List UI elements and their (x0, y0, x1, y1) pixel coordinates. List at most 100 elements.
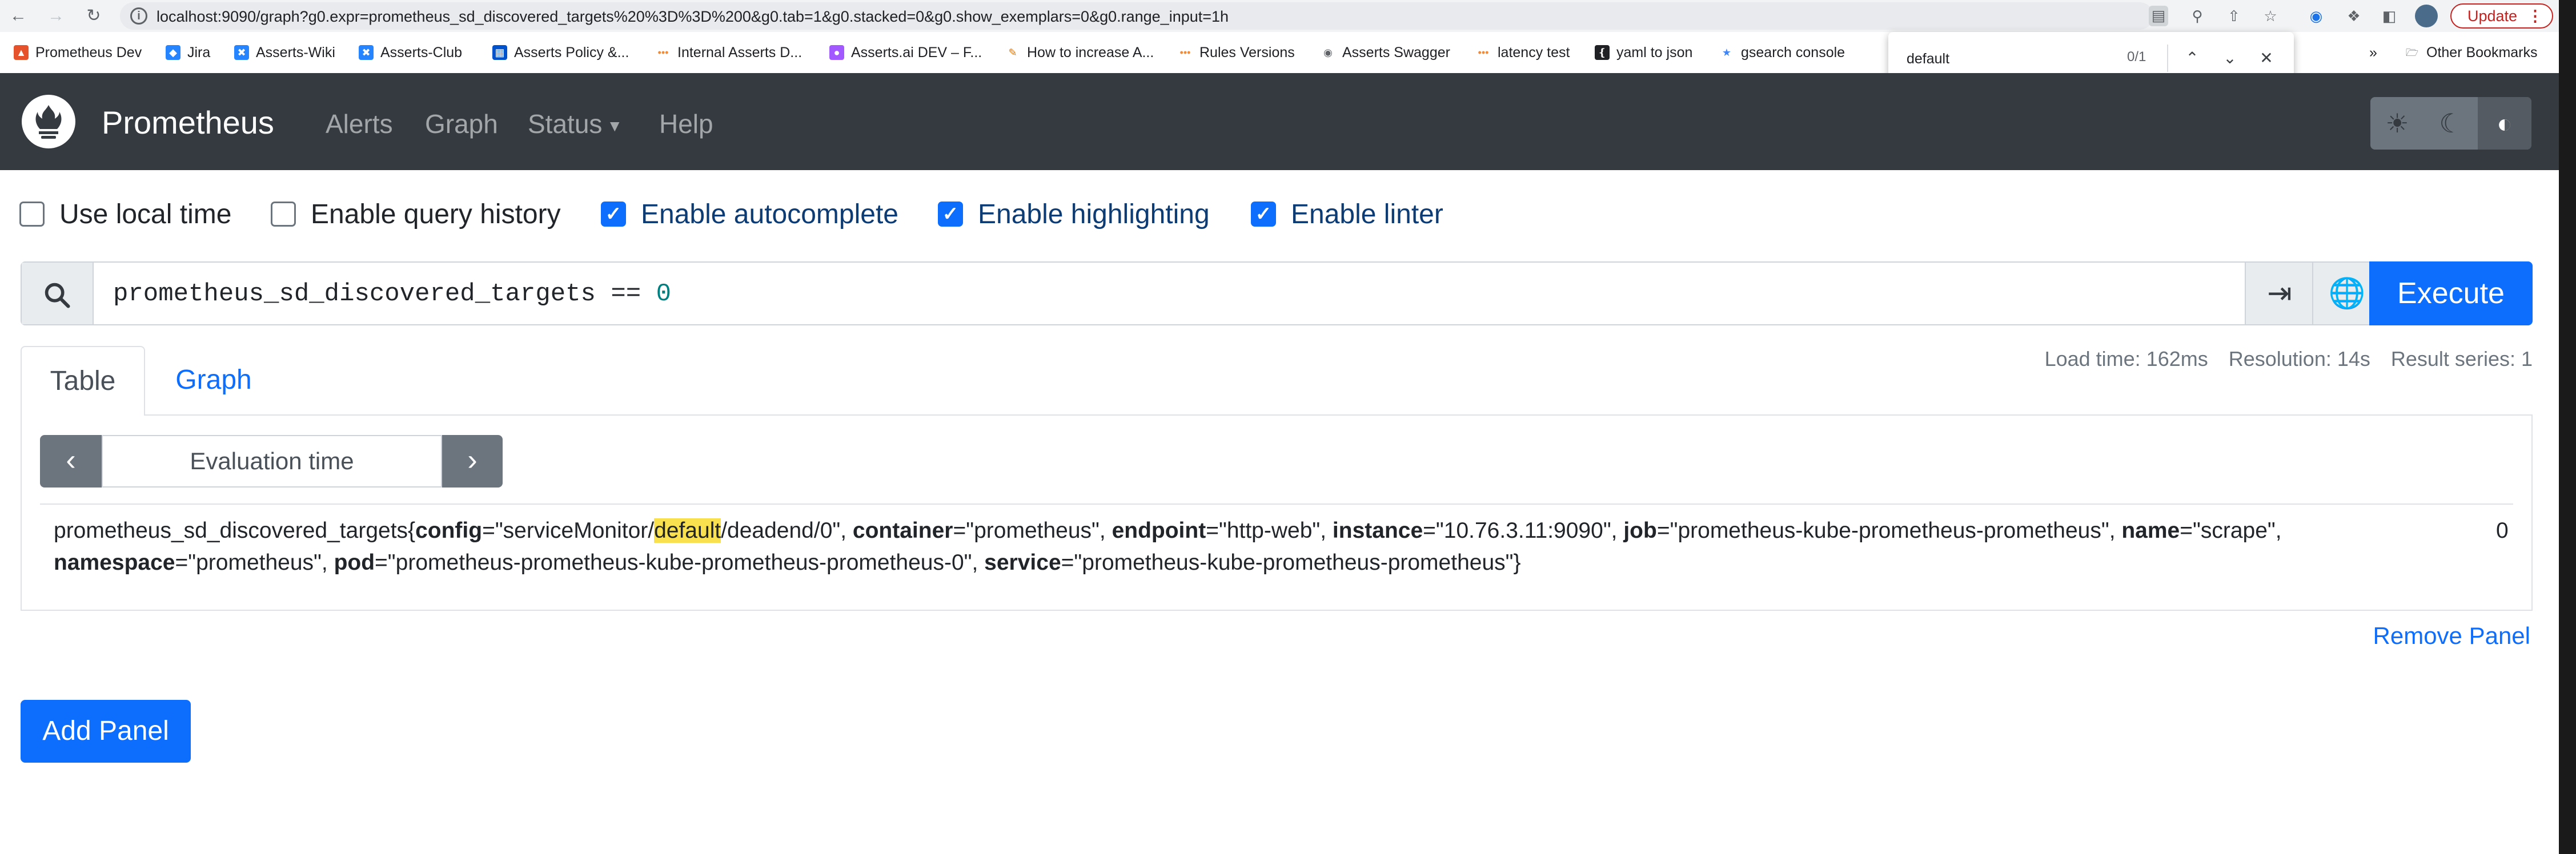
eval-time-next-icon[interactable]: › (442, 435, 503, 488)
dots-icon: ••• (657, 47, 669, 58)
bookmark-item[interactable]: ◆ Jira (166, 42, 210, 63)
checkbox-use-local-time[interactable] (19, 202, 45, 227)
bookmark-item[interactable]: ••• Internal Asserts D... (656, 42, 803, 63)
bookmark-label: Jira (187, 44, 211, 61)
address-bar[interactable]: i localhost:9090/graph?g0.expr=prometheu… (120, 2, 2168, 30)
option-enable-query-history[interactable]: Enable query history (271, 197, 561, 231)
page-action-icon[interactable]: ▤ (2149, 6, 2168, 26)
expression-number: 0 (656, 280, 671, 308)
bookmark-item[interactable]: ★ gsearch console (1719, 42, 1845, 63)
option-enable-linter[interactable]: ✓ Enable linter (1251, 197, 1443, 231)
label-value: ="prometheus-kube-prometheus-prometheus" (1061, 550, 1514, 575)
option-use-local-time[interactable]: Use local time (19, 197, 231, 231)
nav-alerts[interactable]: Alerts (326, 108, 393, 139)
site-info-icon[interactable]: i (130, 7, 147, 25)
eval-time-prev-icon[interactable]: ‹ (40, 435, 102, 488)
expression-input-group: prometheus_sd_discovered_targets == 0 ⇥ … (21, 261, 2533, 325)
label-separator: , (840, 518, 853, 543)
bookmark-item[interactable]: ● Asserts.ai DEV – F... (829, 42, 982, 63)
folder-icon: 🗁 (2405, 47, 2419, 58)
update-button[interactable]: Update ⋮ (2450, 3, 2553, 29)
bookmark-item[interactable]: ❴ yaml to json (1595, 42, 1692, 63)
bookmarks-overflow-icon[interactable]: » (2369, 42, 2377, 63)
bookmark-item[interactable]: ✖ Asserts-Club (359, 42, 462, 63)
browser-toolbar: ← → ↻ i localhost:9090/graph?g0.expr=pro… (0, 0, 2559, 32)
side-panel-icon[interactable]: ◧ (2380, 6, 2399, 26)
figma-icon: ● (829, 45, 844, 60)
caret-down-icon: ▼ (607, 116, 623, 135)
label-separator: , (321, 550, 334, 575)
find-close-icon[interactable]: ✕ (2254, 46, 2279, 71)
option-enable-highlighting[interactable]: ✓ Enable highlighting (938, 197, 1210, 231)
checkbox-linter[interactable]: ✓ (1251, 202, 1276, 227)
label-value: ="prometheus-prometheus-kube-prometheus-… (375, 550, 972, 575)
auto-theme-contrast-icon[interactable]: ◐ (2478, 97, 2531, 150)
tab-table[interactable]: Table (21, 346, 145, 416)
reload-icon[interactable]: ↻ (82, 5, 105, 27)
theme-toggle-group: ☀ ☾ ◐ (2370, 97, 2531, 150)
label-value: ="scrape" (2180, 518, 2276, 543)
checkbox-highlighting[interactable]: ✓ (938, 202, 963, 227)
label-separator: , (972, 550, 985, 575)
nav-graph[interactable]: Graph (425, 108, 498, 139)
zoom-icon[interactable]: ⚲ (2188, 6, 2207, 26)
series-metric-name: prometheus_sd_discovered_targets{ (54, 518, 416, 543)
format-expression-icon[interactable]: ⇥ (2245, 263, 2313, 324)
find-input[interactable] (1905, 47, 2125, 71)
extension-icon[interactable]: ◉ (2306, 6, 2326, 26)
nav-help[interactable]: Help (659, 108, 713, 139)
puzzle-icon[interactable]: ❖ (2344, 6, 2364, 26)
brand-title[interactable]: Prometheus (102, 104, 274, 141)
find-next-icon[interactable]: ⌄ (2217, 46, 2242, 71)
checkbox-query-history[interactable] (271, 202, 296, 227)
label-value: ="http-web" (1206, 518, 1321, 543)
label-separator: , (2275, 518, 2282, 543)
option-enable-autocomplete[interactable]: ✓ Enable autocomplete (601, 197, 898, 231)
execute-button[interactable]: Execute (2369, 261, 2533, 325)
label-key: instance (1332, 518, 1423, 543)
option-label: Enable autocomplete (641, 199, 898, 229)
bookmark-label: Prometheus Dev (35, 44, 142, 61)
bookmark-label: Asserts Swagger (1342, 44, 1450, 61)
expression-input[interactable]: prometheus_sd_discovered_targets == 0 (113, 280, 671, 308)
bookmark-item[interactable]: ▦ Asserts Policy &... (492, 42, 629, 63)
load-time: Load time: 162ms (2044, 347, 2208, 370)
evaluation-time-input[interactable]: Evaluation time (102, 435, 442, 488)
bookmark-label: latency test (1498, 44, 1570, 61)
gsearch-icon: ★ (1722, 47, 1732, 58)
find-highlight: default (654, 518, 721, 543)
label-value: ="prometheus" (175, 550, 322, 575)
tab-graph[interactable]: Graph (145, 346, 282, 416)
label-key: name (2121, 518, 2180, 543)
profile-avatar[interactable] (2415, 5, 2438, 27)
jira-icon: ◆ (166, 45, 180, 60)
bookmark-item[interactable]: ▲ Prometheus Dev (14, 42, 142, 63)
trello-icon: ▦ (492, 45, 507, 60)
other-bookmarks-label: Other Bookmarks (2426, 44, 2538, 61)
bookmark-item[interactable]: ✎ How to increase A... (1005, 42, 1154, 63)
nav-status[interactable]: Status ▼ (528, 108, 623, 139)
bookmark-label: Internal Asserts D... (677, 44, 803, 61)
other-bookmarks[interactable]: 🗁 Other Bookmarks (2405, 42, 2538, 63)
bookmark-item[interactable]: ••• latency test (1476, 42, 1570, 63)
remove-panel-link[interactable]: Remove Panel (2373, 622, 2530, 650)
bookmark-item[interactable]: ◉ Asserts Swagger (1321, 42, 1450, 63)
label-separator: , (1611, 518, 1624, 543)
prometheus-logo-icon[interactable] (22, 95, 75, 148)
label-separator: , (1099, 518, 1112, 543)
back-icon[interactable]: ← (7, 5, 30, 27)
expression-metric: prometheus_sd_discovered_targets (113, 280, 596, 308)
add-panel-button[interactable]: Add Panel (21, 700, 191, 763)
checkbox-autocomplete[interactable]: ✓ (601, 202, 626, 227)
dark-theme-moon-icon[interactable]: ☾ (2424, 97, 2478, 150)
bookmark-star-icon[interactable]: ☆ (2261, 6, 2280, 26)
bookmark-item[interactable]: ✖ Asserts-Wiki (234, 42, 335, 63)
forward-icon[interactable]: → (45, 5, 67, 27)
url-text[interactable]: localhost:9090/graph?g0.expr=prometheus_… (157, 8, 1229, 26)
share-icon[interactable]: ⇧ (2224, 6, 2244, 26)
bookmark-label: Asserts-Club (380, 44, 463, 61)
light-theme-sun-icon[interactable]: ☀ (2370, 97, 2424, 150)
label-value: ="prometheus-kube-prometheus-prometheus" (1656, 518, 2109, 543)
bookmark-item[interactable]: ••• Rules Versions (1178, 42, 1295, 63)
find-previous-icon[interactable]: ⌃ (2180, 46, 2205, 71)
